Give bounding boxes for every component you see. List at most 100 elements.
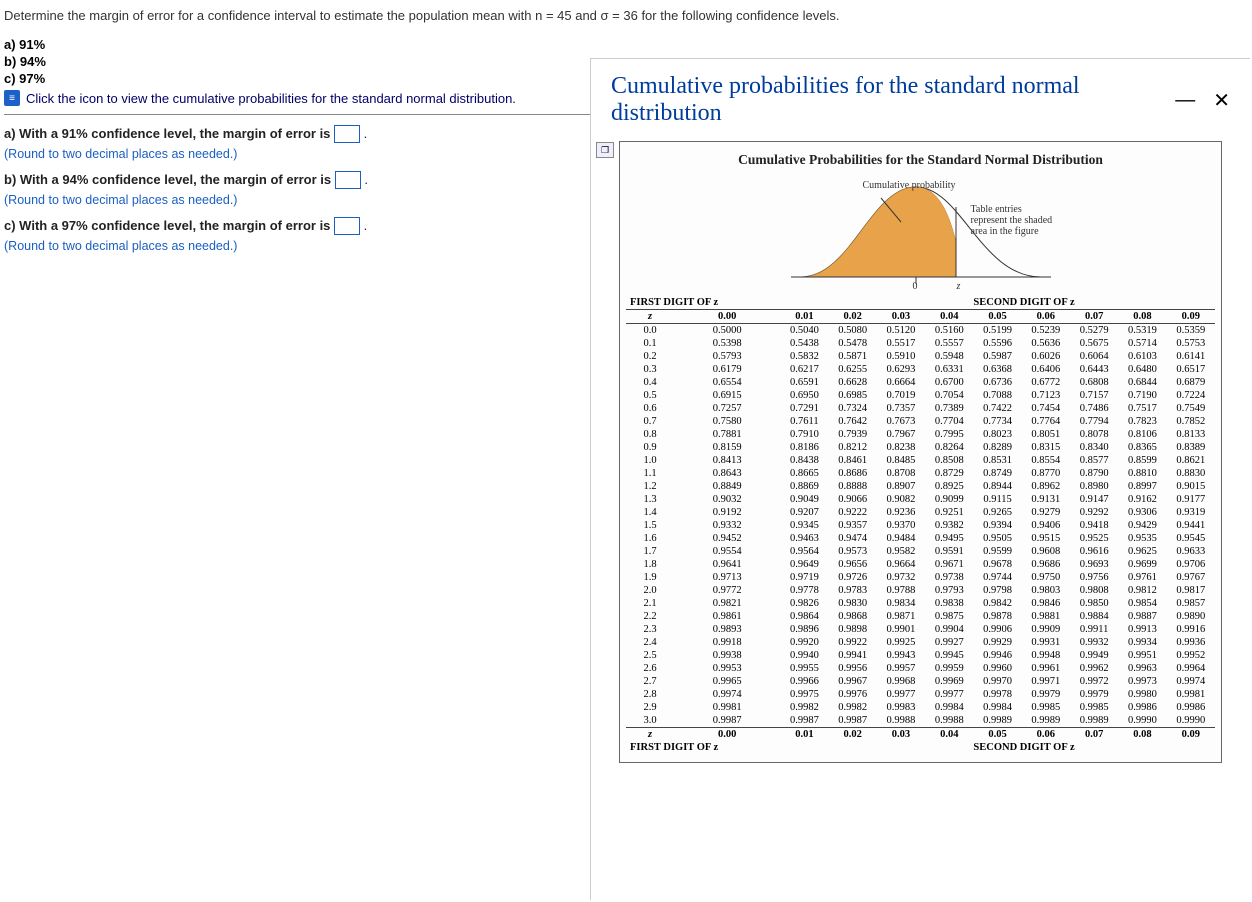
prob-cell: 0.9951 [1118,649,1166,662]
table-entries-label: Table entries represent the shaded area … [971,204,1061,237]
prob-cell: 0.9881 [1022,610,1070,623]
prob-cell: 0.9671 [925,558,973,571]
prob-cell: 0.6554 [674,376,780,389]
prob-cell: 0.8264 [925,441,973,454]
prob-cell: 0.8438 [780,454,828,467]
prob-cell: 0.7549 [1167,402,1215,415]
col-header: 0.00 [674,310,780,324]
prob-cell: 0.8686 [829,467,877,480]
prob-cell: 0.9984 [925,701,973,714]
minimize-icon[interactable]: — [1175,89,1195,112]
col-footer: 0.09 [1167,728,1215,742]
prob-cell: 0.9952 [1167,649,1215,662]
prob-cell: 0.9965 [674,675,780,688]
prob-cell: 0.9934 [1118,636,1166,649]
prob-cell: 0.5478 [829,337,877,350]
prob-cell: 0.5279 [1070,324,1118,338]
prob-cell: 0.9812 [1118,584,1166,597]
col-footer: 0.04 [925,728,973,742]
prob-cell: 0.9906 [973,623,1021,636]
prob-cell: 0.9959 [925,662,973,675]
table-row: 1.30.90320.90490.90660.90820.90990.91150… [626,493,1215,506]
answer-c-input[interactable] [334,217,360,235]
prob-cell: 0.8051 [1022,428,1070,441]
prob-cell: 0.9868 [829,610,877,623]
z-value: 3.0 [626,714,674,728]
popout-icon[interactable]: ❐ [596,142,614,158]
prob-cell: 0.7764 [1022,415,1070,428]
prob-cell: 0.9962 [1070,662,1118,675]
prob-cell: 0.6368 [973,363,1021,376]
table-row: 0.60.72570.72910.73240.73570.73890.74220… [626,402,1215,415]
prob-cell: 0.9953 [674,662,780,675]
prob-cell: 0.9987 [674,714,780,728]
prob-cell: 0.5239 [1022,324,1070,338]
prob-cell: 0.6808 [1070,376,1118,389]
prob-cell: 0.9474 [829,532,877,545]
table-row: 0.20.57930.58320.58710.59100.59480.59870… [626,350,1215,363]
prob-cell: 0.9484 [877,532,925,545]
prob-cell: 0.8790 [1070,467,1118,480]
prob-cell: 0.9987 [829,714,877,728]
prob-cell: 0.7967 [877,428,925,441]
prob-cell: 0.6331 [925,363,973,376]
prob-cell: 0.6064 [1070,350,1118,363]
prob-cell: 0.9893 [674,623,780,636]
prob-cell: 0.8599 [1118,454,1166,467]
prob-cell: 0.9732 [877,571,925,584]
prob-cell: 0.9713 [674,571,780,584]
z-value: 1.4 [626,506,674,519]
prob-cell: 0.6628 [829,376,877,389]
answer-b-input[interactable] [335,171,361,189]
z-value: 0.1 [626,337,674,350]
prob-cell: 0.8869 [780,480,828,493]
close-icon[interactable]: ✕ [1213,88,1230,113]
prob-cell: 0.9989 [973,714,1021,728]
prob-cell: 0.8830 [1167,467,1215,480]
prob-cell: 0.9961 [1022,662,1070,675]
second-digit-header: SECOND DIGIT OF z [973,296,1215,310]
prob-cell: 0.6406 [1022,363,1070,376]
prob-cell: 0.9719 [780,571,828,584]
prob-cell: 0.5675 [1070,337,1118,350]
prob-cell: 0.8389 [1167,441,1215,454]
prob-cell: 0.5319 [1118,324,1166,338]
prob-cell: 0.9821 [674,597,780,610]
prob-cell: 0.9884 [1070,610,1118,623]
z-value: 0.0 [626,324,674,338]
table-shell: ❐ Cumulative Probabilities for the Stand… [619,141,1222,763]
prob-cell: 0.9370 [877,519,925,532]
prob-cell: 0.7486 [1070,402,1118,415]
prob-cell: 0.9772 [674,584,780,597]
prob-cell: 0.9988 [925,714,973,728]
prob-cell: 0.9898 [829,623,877,636]
prob-cell: 0.5714 [1118,337,1166,350]
prob-cell: 0.7611 [780,415,828,428]
prob-cell: 0.9803 [1022,584,1070,597]
prob-cell: 0.7019 [877,389,925,402]
period: . [364,172,368,187]
col-header: 0.09 [1167,310,1215,324]
col-footer: 0.07 [1070,728,1118,742]
prob-cell: 0.9591 [925,545,973,558]
prob-cell: 0.6517 [1167,363,1215,376]
prob-cell: 0.9968 [877,675,925,688]
prob-cell: 0.7257 [674,402,780,415]
first-digit-footer: FIRST DIGIT OF z [626,741,780,754]
prob-cell: 0.9236 [877,506,925,519]
prob-cell: 0.9972 [1070,675,1118,688]
prob-cell: 0.5871 [829,350,877,363]
table-row: 1.40.91920.92070.92220.92360.92510.92650… [626,506,1215,519]
prob-cell: 0.9332 [674,519,780,532]
prob-cell: 0.9515 [1022,532,1070,545]
prob-cell: 0.8577 [1070,454,1118,467]
answer-c-pre: c) With a 97% confidence level, the marg… [4,218,334,233]
answer-a-input[interactable] [334,125,360,143]
prob-cell: 0.6879 [1167,376,1215,389]
z-axis-label: z [957,281,961,292]
col-footer: 0.02 [829,728,877,742]
z-value: 0.9 [626,441,674,454]
col-header: 0.04 [925,310,973,324]
prob-cell: 0.9817 [1167,584,1215,597]
prob-cell: 0.9761 [1118,571,1166,584]
